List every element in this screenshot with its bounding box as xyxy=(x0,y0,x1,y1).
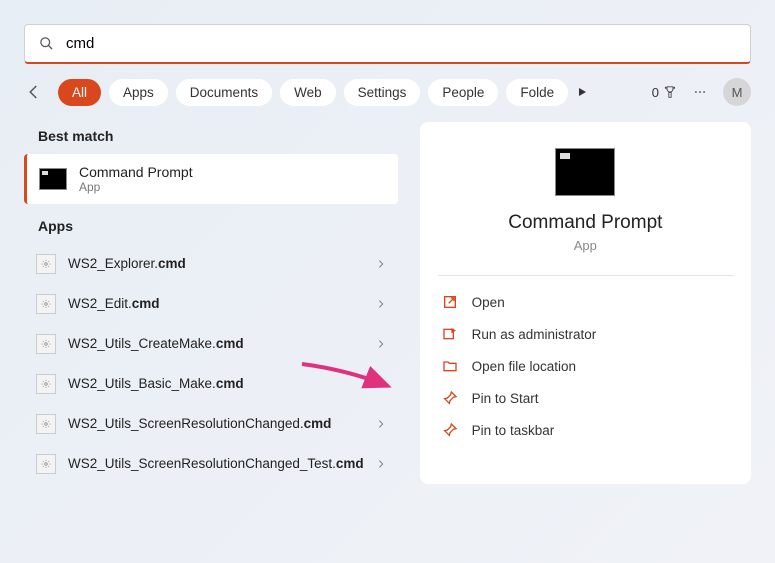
chevron-right-icon xyxy=(376,457,386,471)
tab-documents[interactable]: Documents xyxy=(176,79,272,106)
counter-value: 0 xyxy=(652,85,659,100)
tab-people[interactable]: People xyxy=(428,79,498,106)
back-button[interactable] xyxy=(24,82,44,102)
app-result-name: WS2_Utils_ScreenResolutionChanged_Test.c… xyxy=(68,455,364,473)
action-run-as-administrator[interactable]: Run as administrator xyxy=(438,318,733,350)
tab-folders[interactable]: Folde xyxy=(506,79,568,106)
app-result-item[interactable]: WS2_Explorer.cmd xyxy=(24,244,398,284)
chevron-right-icon xyxy=(376,417,386,431)
action-label: Open file location xyxy=(472,359,576,374)
action-pin-to-taskbar[interactable]: Pin to taskbar xyxy=(438,414,733,446)
cmd-file-icon xyxy=(36,374,56,394)
app-result-item[interactable]: WS2_Utils_Basic_Make.cmd xyxy=(24,364,398,404)
best-match-heading: Best match xyxy=(24,114,398,154)
best-match-subtitle: App xyxy=(79,180,193,194)
app-result-name: WS2_Explorer.cmd xyxy=(68,255,364,273)
cmd-file-icon xyxy=(36,254,56,274)
search-icon xyxy=(39,36,54,51)
chevron-right-icon xyxy=(376,297,386,311)
arrow-left-icon xyxy=(25,83,43,101)
tab-web[interactable]: Web xyxy=(280,79,336,106)
cmd-file-icon xyxy=(36,294,56,314)
apps-list: WS2_Explorer.cmd WS2_Edit.cmd WS2_Utils_Cr… xyxy=(24,244,398,484)
search-window: All Apps Documents Web Settings People F… xyxy=(0,0,775,563)
app-result-name: WS2_Utils_Basic_Make.cmd xyxy=(68,375,364,393)
cmd-file-icon xyxy=(36,414,56,434)
app-result-item[interactable]: WS2_Edit.cmd xyxy=(24,284,398,324)
apps-heading: Apps xyxy=(24,204,398,244)
app-result-item[interactable]: WS2_Utils_CreateMake.cmd xyxy=(24,324,398,364)
preview-title: Command Prompt xyxy=(438,212,733,234)
trophy-icon xyxy=(663,85,677,99)
preview-app-icon xyxy=(555,148,615,196)
tabs-row: All Apps Documents Web Settings People F… xyxy=(0,64,775,114)
more-options-icon[interactable] xyxy=(693,85,707,99)
tab-all[interactable]: All xyxy=(58,79,101,106)
action-label: Pin to Start xyxy=(472,391,539,406)
user-avatar[interactable]: M xyxy=(723,78,751,106)
action-label: Run as administrator xyxy=(472,327,597,342)
app-result-name: WS2_Edit.cmd xyxy=(68,295,364,313)
chevron-right-icon xyxy=(376,377,386,391)
search-input[interactable] xyxy=(66,35,736,52)
rewards-counter[interactable]: 0 xyxy=(652,85,677,100)
cmd-file-icon xyxy=(36,334,56,354)
app-result-name: WS2_Utils_CreateMake.cmd xyxy=(68,335,364,353)
search-box[interactable] xyxy=(24,24,751,64)
tab-apps[interactable]: Apps xyxy=(109,79,168,106)
cmd-file-icon xyxy=(36,454,56,474)
app-result-name: WS2_Utils_ScreenResolutionChanged.cmd xyxy=(68,415,364,433)
chevron-right-icon xyxy=(376,257,386,271)
admin-icon xyxy=(442,326,458,342)
action-label: Pin to taskbar xyxy=(472,423,555,438)
tabs-right-controls: 0 M xyxy=(652,78,751,106)
open-icon xyxy=(442,294,458,310)
best-match-item[interactable]: Command Prompt App xyxy=(24,154,398,204)
pin-icon xyxy=(442,422,458,438)
app-result-item[interactable]: WS2_Utils_ScreenResolutionChanged_Test.c… xyxy=(24,444,398,484)
tab-settings[interactable]: Settings xyxy=(344,79,421,106)
preview-subtitle: App xyxy=(438,238,733,253)
more-tabs-icon[interactable] xyxy=(576,86,588,98)
actions-list: Open Run as administrator Open file locati… xyxy=(438,286,733,446)
action-label: Open xyxy=(472,295,505,310)
pin-icon xyxy=(442,390,458,406)
divider xyxy=(438,275,733,276)
chevron-right-icon xyxy=(376,337,386,351)
best-match-title: Command Prompt xyxy=(79,164,193,180)
command-prompt-icon xyxy=(39,168,67,190)
action-open[interactable]: Open xyxy=(438,286,733,318)
search-row xyxy=(0,0,775,64)
preview-pane: Command Prompt App Open Run as administra… xyxy=(420,122,751,484)
app-result-item[interactable]: WS2_Utils_ScreenResolutionChanged.cmd xyxy=(24,404,398,444)
action-open-file-location[interactable]: Open file location xyxy=(438,350,733,382)
folder-icon xyxy=(442,358,458,374)
results-column: Best match Command Prompt App Apps WS2_E… xyxy=(24,114,398,484)
action-pin-to-start[interactable]: Pin to Start xyxy=(438,382,733,414)
